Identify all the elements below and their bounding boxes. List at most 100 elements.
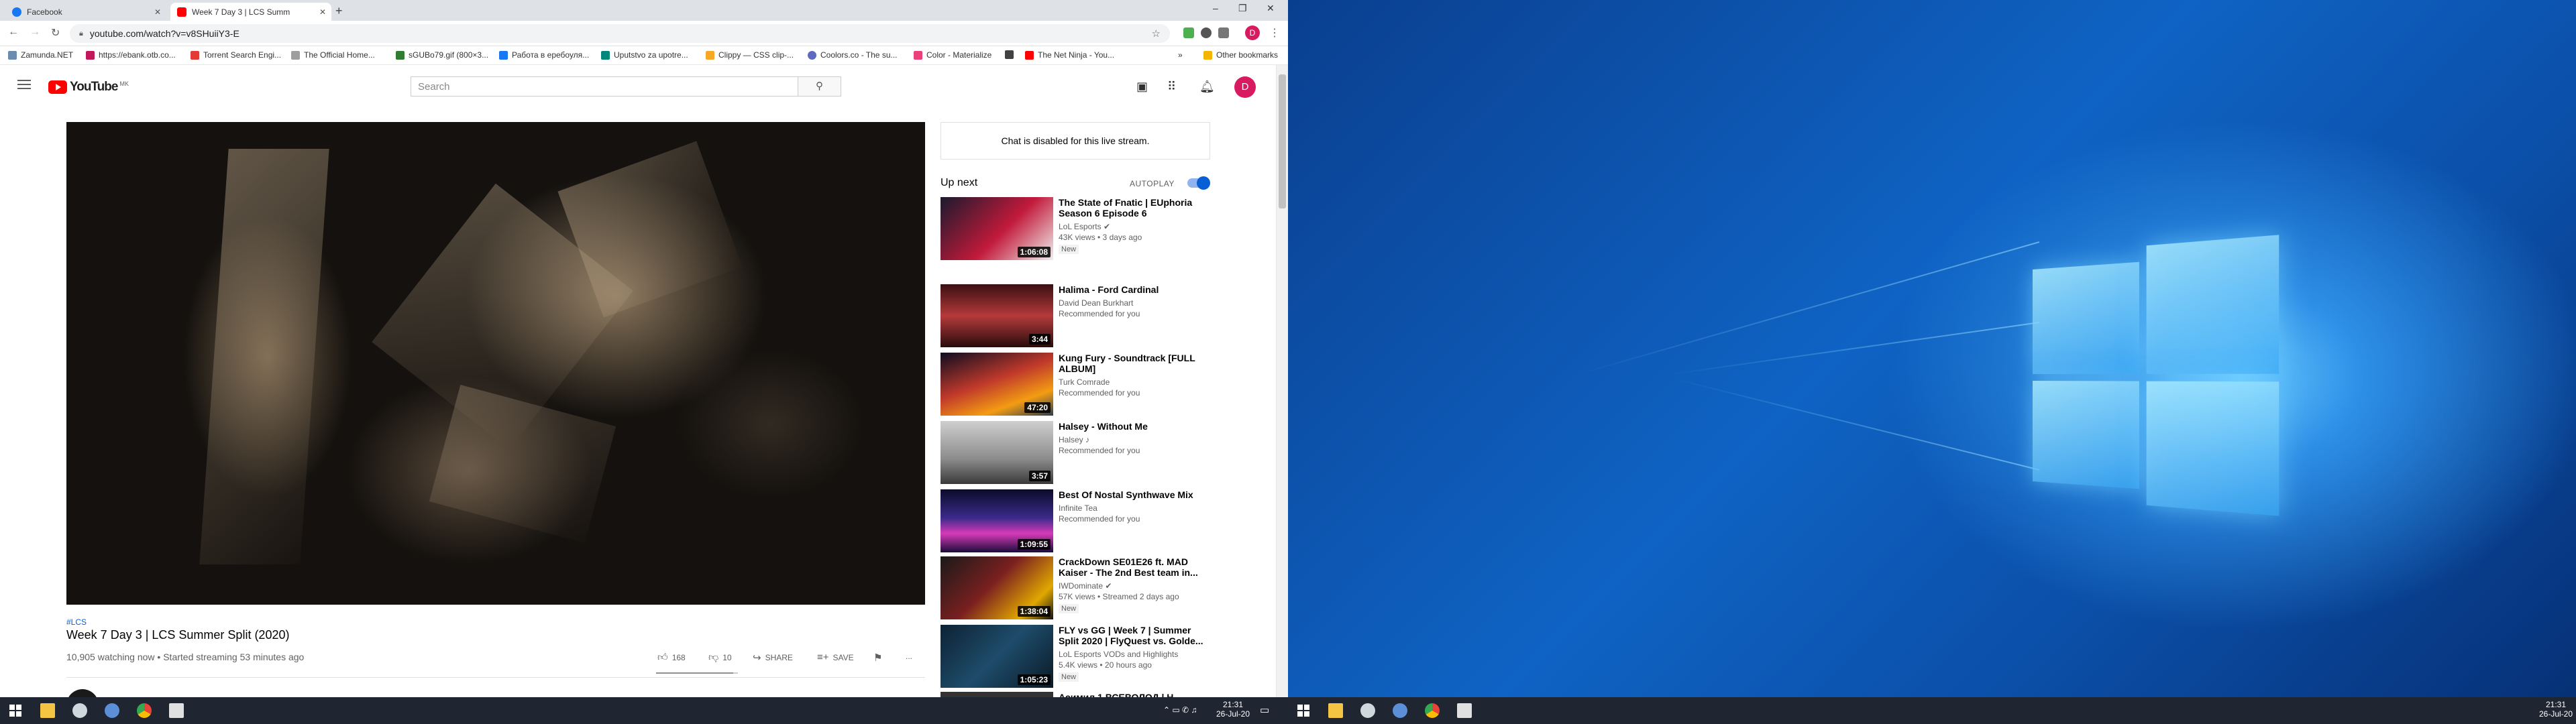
recommendation-title[interactable]: FLY vs GG | Week 7 | Summer Split 2020 |… xyxy=(1059,625,1209,646)
search-input[interactable] xyxy=(411,76,798,97)
action-center-icon[interactable]: ▭ xyxy=(1260,704,1269,716)
tab-facebook[interactable]: Facebook ✕ xyxy=(5,3,166,21)
recommendation-title[interactable]: Halima - Ford Cardinal xyxy=(1059,284,1209,295)
create-video-icon[interactable]: ▣ xyxy=(1136,80,1148,94)
channel-name[interactable]: LoL Esports VODs and Highlights xyxy=(1059,649,1209,660)
bookmark-icon xyxy=(706,50,714,60)
bookmark-item[interactable]: Color - Materialize xyxy=(914,50,991,60)
save-button[interactable]: ≡+ SAVE xyxy=(817,652,854,663)
bookmark-item[interactable]: Clippy — CSS clip-... xyxy=(706,50,794,60)
notifications-bell-icon[interactable]: 🔔︎ xyxy=(1199,80,1215,94)
file-explorer-icon[interactable] xyxy=(1328,703,1343,718)
scrollbar-thumb[interactable] xyxy=(1279,74,1286,208)
recommendation-title[interactable]: The State of Fnatic | EUphoria Season 6 … xyxy=(1059,197,1209,219)
video-thumbnail[interactable] xyxy=(941,692,1053,697)
dislike-button[interactable]: 👎︎ 10 xyxy=(708,652,732,664)
recommendation-title[interactable]: Halsey - Without Me xyxy=(1059,421,1209,432)
address-bar[interactable]: 🔒︎ youtube.com/watch?v=v8SHuiiY3-E ☆ xyxy=(70,24,1170,43)
bookmark-star-icon[interactable]: ☆ xyxy=(1152,27,1161,40)
bookmark-item[interactable]: Coolors.co - The su... xyxy=(808,50,898,60)
recommendation-card[interactable]: 1:09:55 Best Of Nostal Synthwave Mix Inf… xyxy=(941,489,1209,552)
bookmark-item[interactable] xyxy=(1005,50,1018,59)
close-tab-icon[interactable]: ✕ xyxy=(154,7,161,17)
steam-icon[interactable] xyxy=(1360,703,1375,718)
recommendation-title[interactable]: Асимил 1 ВСЕВОЛОД | Н... xyxy=(1059,692,1209,697)
back-icon[interactable]: ← xyxy=(8,26,19,38)
bookmark-item[interactable]: The Official Home... xyxy=(291,50,375,60)
clock[interactable]: 21:31 26-Jul-20 xyxy=(2537,700,2575,719)
autoplay-toggle[interactable] xyxy=(1187,176,1210,190)
account-avatar[interactable]: D xyxy=(1234,76,1256,98)
channel-name[interactable]: LoL Esports xyxy=(1059,222,1102,231)
steam-icon[interactable] xyxy=(72,703,87,718)
close-window-button[interactable]: ✕ xyxy=(1267,3,1275,14)
chrome-icon[interactable] xyxy=(137,703,152,718)
like-button[interactable]: 👍︎ 168 xyxy=(657,652,686,664)
recommendation-card[interactable]: 3:57 Halsey - Without Me Halsey ♪ Recomm… xyxy=(941,421,1209,484)
other-bookmarks[interactable]: Other bookmarks xyxy=(1203,50,1278,60)
video-thumbnail[interactable]: 1:09:55 xyxy=(941,489,1053,552)
system-tray-icons[interactable]: ⌃ ▭ ✆ ♫ xyxy=(1163,705,1197,715)
extension-icon[interactable] xyxy=(1201,27,1212,38)
video-thumbnail[interactable]: 47:20 xyxy=(941,353,1053,416)
clock[interactable]: 21:31 26-Jul-20 xyxy=(1214,700,1252,719)
file-explorer-icon[interactable] xyxy=(40,703,55,718)
video-player[interactable] xyxy=(66,122,925,605)
bookmarks-overflow-button[interactable]: » xyxy=(1178,50,1183,60)
channel-name[interactable]: Halsey xyxy=(1059,435,1083,444)
video-thumbnail[interactable]: 1:05:23 xyxy=(941,625,1053,688)
report-button[interactable]: ⚑ xyxy=(873,652,886,664)
bookmark-item[interactable]: The Net Ninja - You... xyxy=(1025,50,1114,60)
reload-icon[interactable]: ↻ xyxy=(51,26,60,40)
recommendation-card[interactable]: 3:44 Halima - Ford Cardinal David Dean B… xyxy=(941,284,1209,347)
youtube-play-icon xyxy=(48,80,67,94)
video-thumbnail[interactable]: 3:44 xyxy=(941,284,1053,347)
youtube-logo[interactable]: YouTube MK xyxy=(48,80,129,95)
recommendation-title[interactable]: Best Of Nostal Synthwave Mix xyxy=(1059,489,1209,500)
channel-name[interactable]: IWDominate xyxy=(1059,581,1103,591)
channel-name[interactable]: Infinite Tea xyxy=(1059,503,1209,514)
channel-name[interactable]: Turk Comrade xyxy=(1059,377,1209,387)
recommendation-card[interactable]: Асимил 1 ВСЕВОЛОД | Н... xyxy=(941,692,1209,697)
mail-icon[interactable] xyxy=(169,703,184,718)
recommendation-title[interactable]: CrackDown SE01E26 ft. MAD Kaiser - The 2… xyxy=(1059,556,1209,578)
bookmark-item[interactable]: Zamunda.NET xyxy=(8,50,73,60)
extensions-puzzle-icon[interactable] xyxy=(1218,27,1229,38)
share-button[interactable]: ↪ SHARE xyxy=(753,652,793,664)
page-scrollbar[interactable] xyxy=(1276,65,1288,697)
menu-icon[interactable] xyxy=(17,80,31,89)
display-settings-icon[interactable] xyxy=(105,703,119,718)
recommendation-card[interactable]: 1:38:04 CrackDown SE01E26 ft. MAD Kaiser… xyxy=(941,556,1209,619)
minimize-button[interactable]: – xyxy=(1213,3,1218,13)
display-settings-icon[interactable] xyxy=(1393,703,1407,718)
new-tab-button[interactable]: + xyxy=(335,4,343,18)
recommendation-title[interactable]: Kung Fury - Soundtrack [FULL ALBUM] xyxy=(1059,353,1209,374)
recommendation-card[interactable]: 47:20 Kung Fury - Soundtrack [FULL ALBUM… xyxy=(941,353,1209,416)
more-actions-button[interactable]: ... xyxy=(906,652,912,661)
bookmark-item[interactable]: sGUBo79.gif (800×3... xyxy=(396,50,488,60)
windows-start-icon[interactable] xyxy=(1296,703,1311,718)
recommendation-card[interactable]: 1:05:23 FLY vs GG | Week 7 | Summer Spli… xyxy=(941,625,1209,688)
video-hashtag[interactable]: #LCS xyxy=(66,617,87,627)
recommendation-card[interactable]: 1:06:08 The State of Fnatic | EUphoria S… xyxy=(941,197,1209,260)
video-thumbnail[interactable]: 1:06:08 xyxy=(941,197,1053,260)
apps-grid-icon[interactable]: ⠿ xyxy=(1167,80,1176,94)
chrome-menu-icon[interactable]: ⋮ xyxy=(1269,26,1280,40)
maximize-button[interactable]: ❐ xyxy=(1238,3,1247,14)
windows-start-icon[interactable] xyxy=(8,703,23,718)
close-tab-icon[interactable]: ✕ xyxy=(319,7,326,17)
video-thumbnail[interactable]: 3:57 xyxy=(941,421,1053,484)
tab-youtube[interactable]: Week 7 Day 3 | LCS Summ ✕ xyxy=(170,3,331,21)
video-thumbnail[interactable]: 1:38:04 xyxy=(941,556,1053,619)
mail-icon[interactable] xyxy=(1457,703,1472,718)
channel-name[interactable]: David Dean Burkhart xyxy=(1059,298,1209,308)
bookmark-item[interactable]: https://ebank.otb.co... xyxy=(86,50,176,60)
bookmark-item[interactable]: Работа в еребоуля... xyxy=(499,50,589,60)
search-button[interactable]: ⚲ xyxy=(798,76,841,97)
bookmark-item[interactable]: Torrent Search Engi... xyxy=(191,50,281,60)
profile-avatar[interactable]: D xyxy=(1245,25,1260,40)
extension-icon[interactable] xyxy=(1183,27,1194,38)
forward-icon[interactable]: → xyxy=(30,26,40,38)
bookmark-item[interactable]: Uputstvo za upotre... xyxy=(601,50,688,60)
chrome-icon[interactable] xyxy=(1425,703,1440,718)
